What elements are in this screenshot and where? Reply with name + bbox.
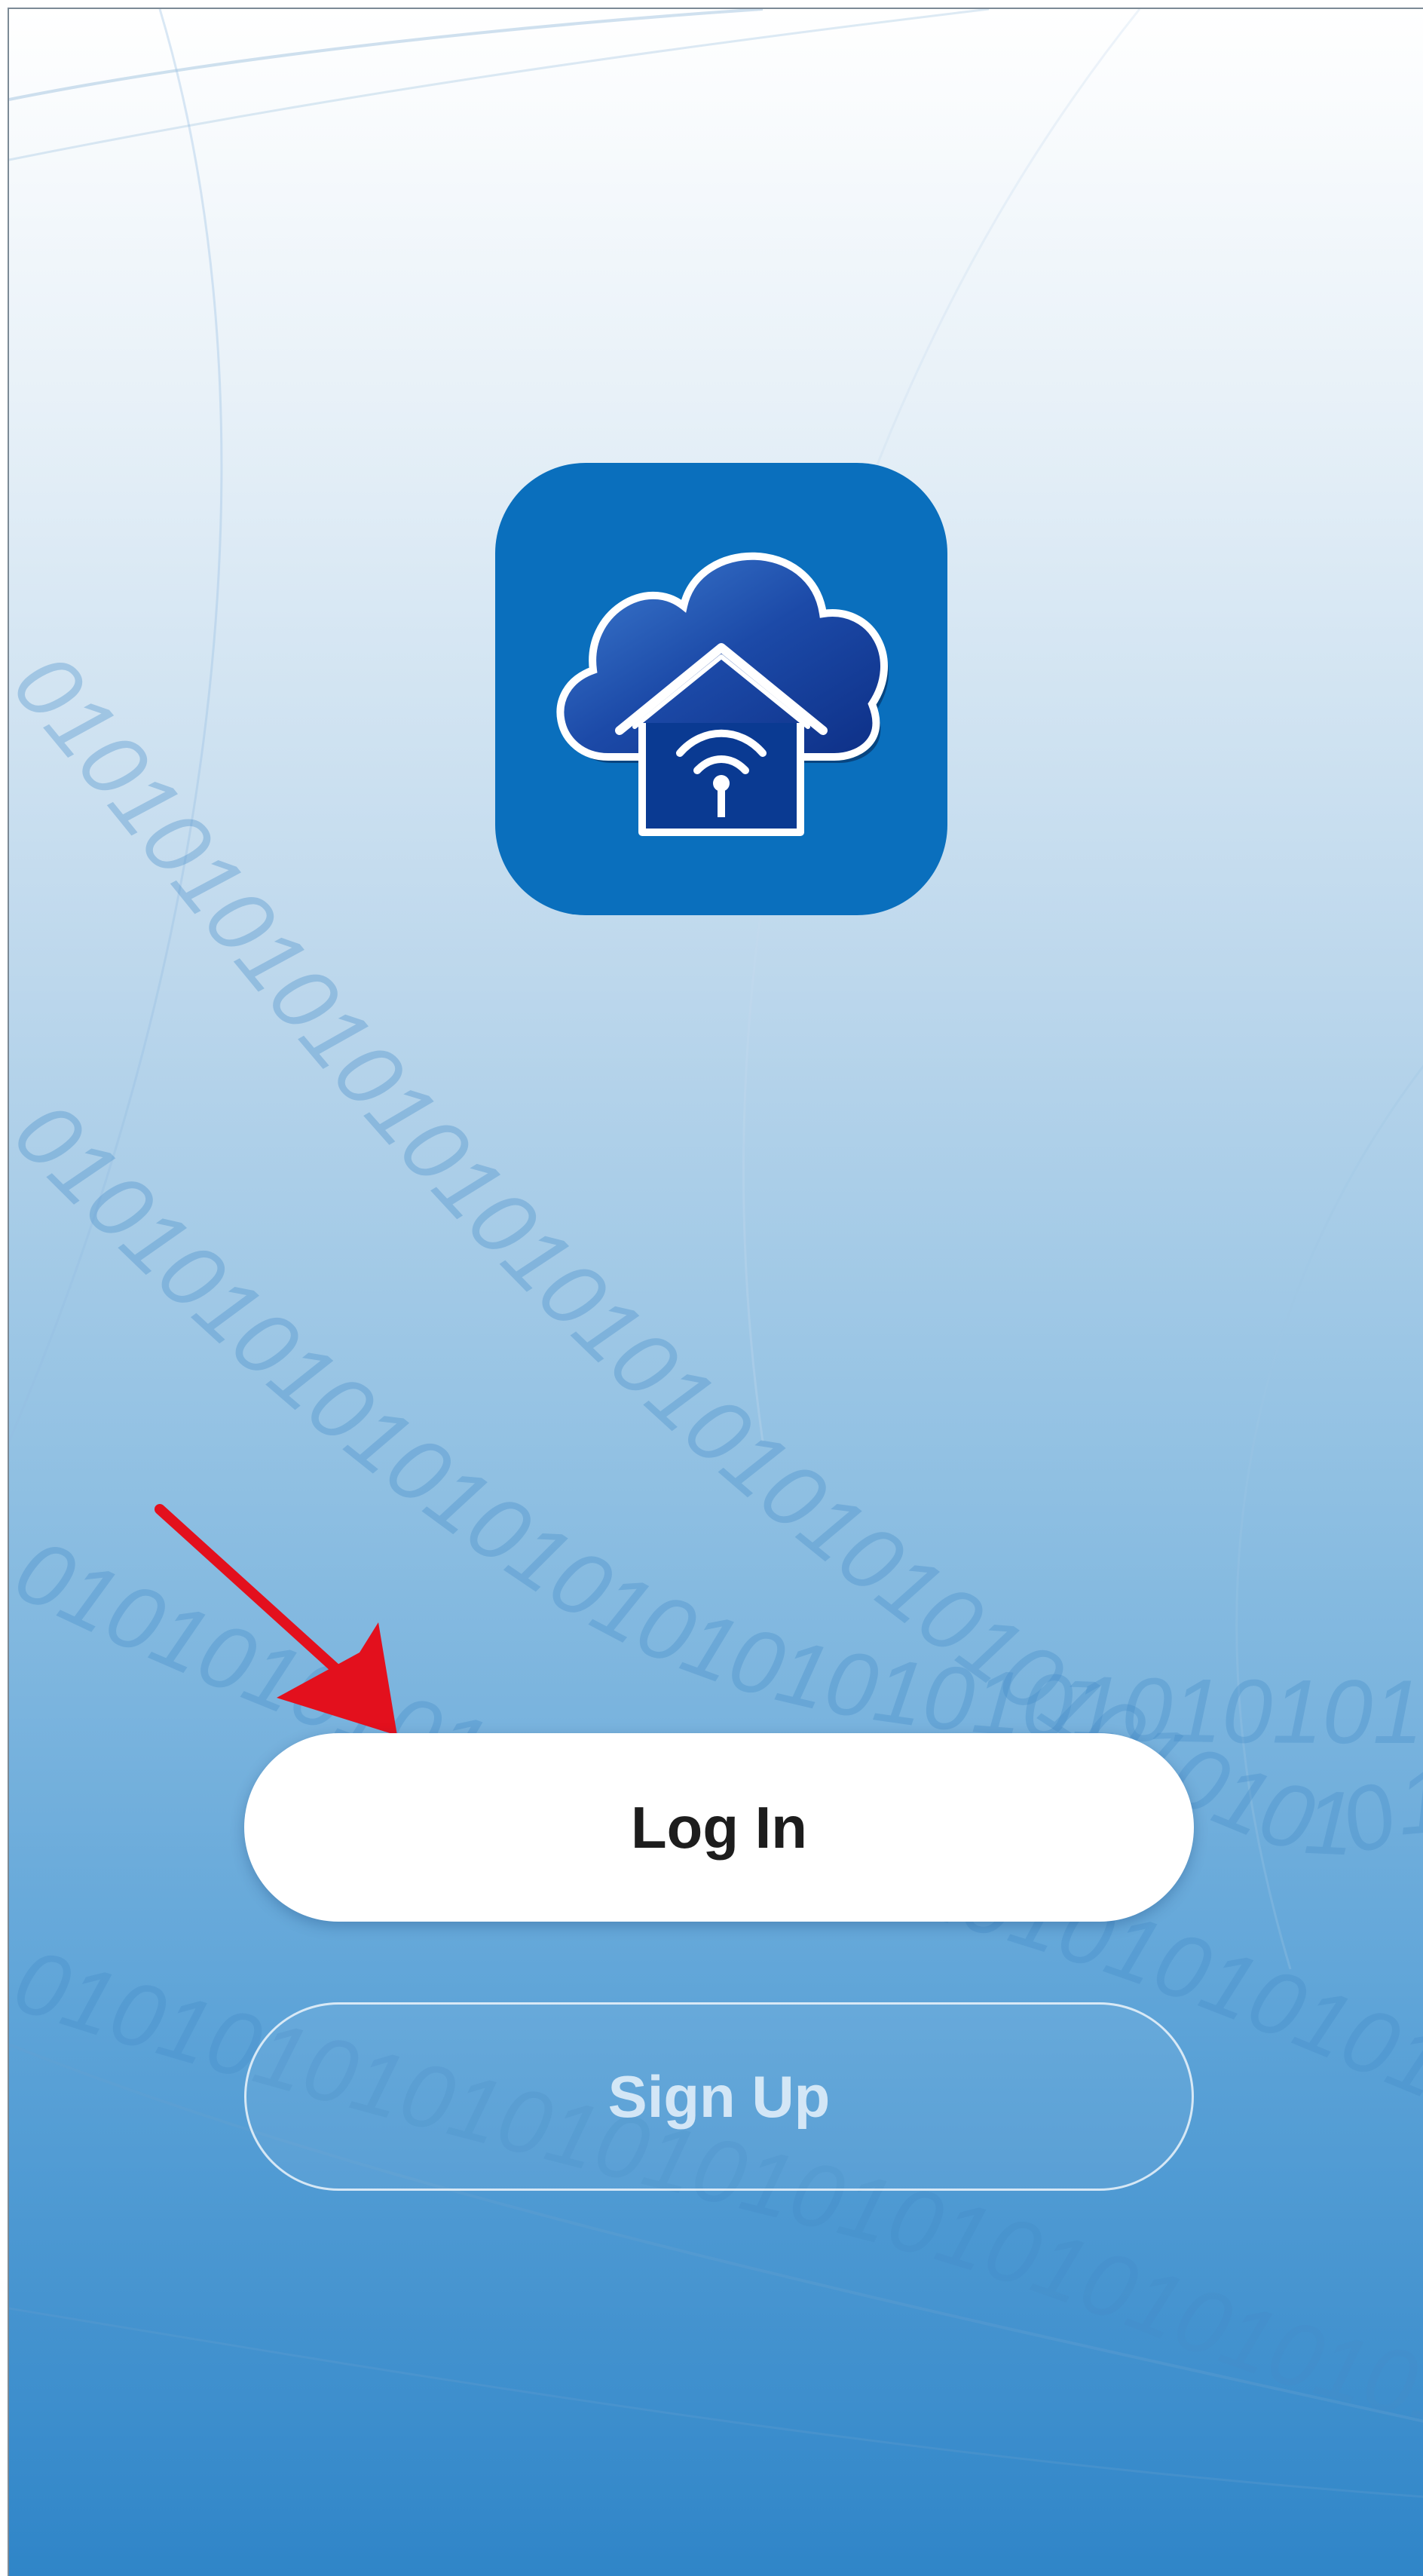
red-arrow-icon [155,1504,397,1735]
login-button-label: Log In [631,1793,807,1861]
signup-button-label: Sign Up [607,2063,831,2130]
cloud-home-wifi-icon [495,463,947,915]
signup-button[interactable]: Sign Up [244,2002,1194,2191]
login-button[interactable]: Log In [244,1733,1194,1922]
binary-background: 0101010101010101010101010101010101010101… [9,9,1423,2498]
login-screen: 0101010101010101010101010101010101010101… [8,8,1423,2576]
